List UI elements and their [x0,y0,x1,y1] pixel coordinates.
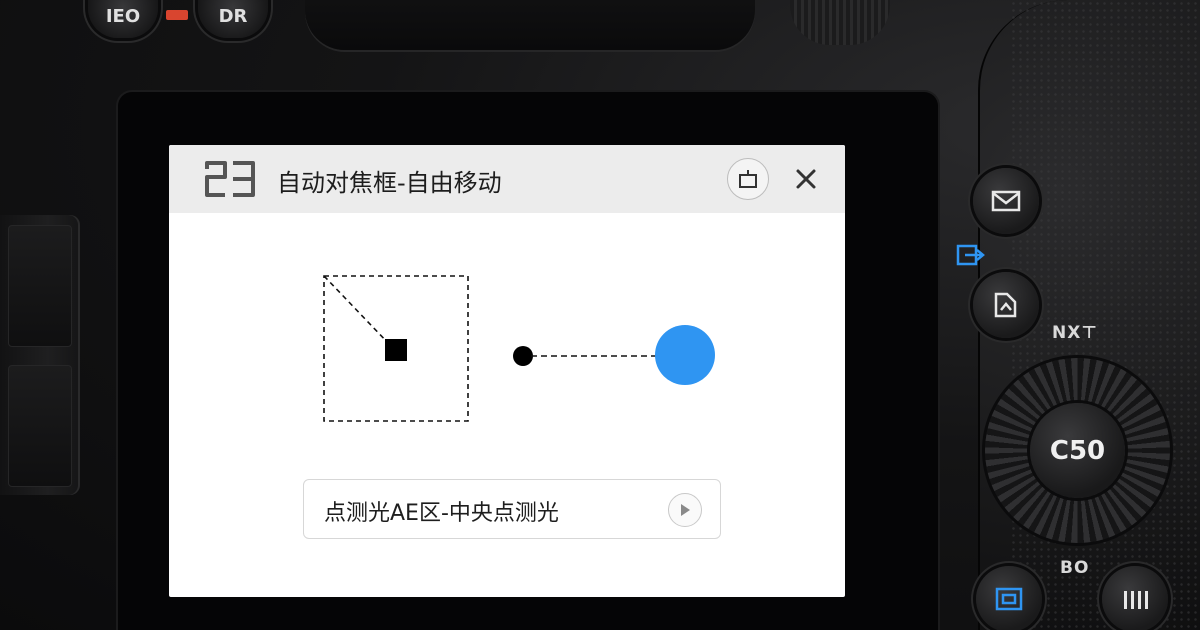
play-arrow-icon [681,504,690,516]
grid-bars-icon [1124,591,1148,609]
viewfinder-eyepiece [305,0,755,50]
menu-button[interactable] [973,168,1039,234]
hinge-slot [8,225,72,347]
af-frame-icon [205,161,255,197]
close-icon [796,169,816,189]
envelope-icon [991,190,1021,212]
dial-label: C50 [1049,435,1106,466]
top-button-left[interactable]: IEO [88,0,158,38]
metering-mode-select[interactable]: 点测光AE区-中央点测光 [303,479,721,539]
dial-top-label: NX⊤ [1052,323,1098,343]
print-share-icon [956,244,985,266]
close-button[interactable] [789,162,823,196]
af-diagonal-line [323,275,392,347]
metering-next-button[interactable] [668,493,702,527]
af-target-dot[interactable] [655,325,715,385]
image-edit-icon [994,292,1017,318]
bottom-label: BO [1060,558,1090,578]
dialog-title: 自动对焦框-自由移动 [277,169,502,197]
top-button-left-label: IEO [105,5,141,27]
live-view-button[interactable] [976,566,1042,630]
af-point-illustration [323,275,715,422]
screen-hinge [0,215,80,495]
af-point-square [385,339,407,361]
set-button[interactable]: C50 [1030,403,1125,498]
af-settings-dialog: 自动对焦框-自由移动 点测光AE区-中央点测光 [169,145,845,597]
af-origin-dot [513,346,533,366]
hinge-slot [8,365,72,487]
camera-icon [739,170,757,188]
diopter-dial[interactable] [790,0,890,45]
playback-edit-button[interactable] [973,272,1039,338]
gallery-button[interactable] [1102,566,1168,630]
live-view-icon [995,587,1023,611]
camera-back-scene: IEO DR NX⊤ C50 BO 自动对焦框-自由移动 点测光AE区-中央点测… [0,0,1200,630]
indicator-led [166,10,188,20]
top-button-right[interactable]: DR [198,0,268,38]
dialog-header: 自动对焦框-自由移动 [169,145,845,213]
metering-mode-label: 点测光AE区-中央点测光 [324,501,559,526]
camera-mode-button[interactable] [727,158,769,200]
top-button-right-label: DR [218,5,248,27]
